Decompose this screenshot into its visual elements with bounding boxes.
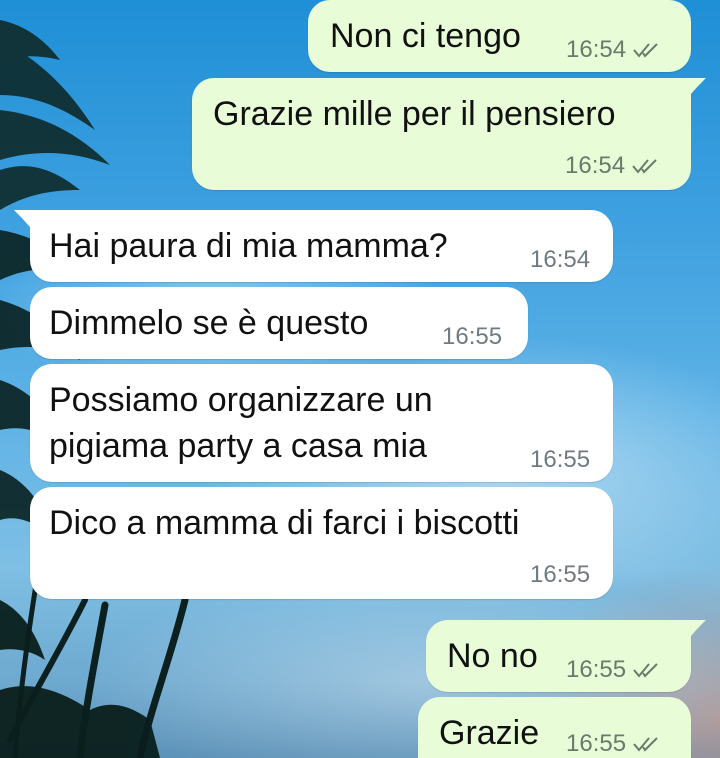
message-meta: 16:55 <box>566 730 662 758</box>
message-time: 16:54 <box>565 152 626 179</box>
message-time: 16:54 <box>566 36 627 63</box>
message-text: Grazie mille per il pensiero <box>213 95 616 133</box>
message-bubble-incoming[interactable]: Possiamo organizzare un pigiama party a … <box>30 364 613 482</box>
message-bubble-outgoing[interactable]: Grazie 16:55 <box>418 697 691 758</box>
message-text: Dico a mamma di farci i biscotti <box>49 504 520 542</box>
message-meta: 16:55 <box>442 323 502 351</box>
message-bubble-incoming[interactable]: Dico a mamma di farci i biscotti 16:55 <box>30 487 613 599</box>
double-check-icon <box>633 737 658 752</box>
message-time: 16:55 <box>566 656 627 683</box>
message-time: 16:55 <box>442 323 503 350</box>
message-time: 16:55 <box>530 446 591 473</box>
message-meta: 16:55 <box>566 656 662 684</box>
message-text: Dimmelo se è questo <box>49 304 369 342</box>
message-meta: 16:54 <box>530 246 590 274</box>
message-bubble-outgoing[interactable]: Grazie mille per il pensiero 16:54 <box>192 78 691 190</box>
bubble-tail <box>686 620 706 642</box>
message-time: 16:55 <box>530 561 591 588</box>
message-meta: 16:54 <box>566 36 662 64</box>
message-text: Hai paura di mia mamma? <box>49 227 448 265</box>
message-text: No no <box>447 637 538 675</box>
message-text: Grazie <box>439 714 540 752</box>
message-meta: 16:54 <box>565 152 661 180</box>
message-text-line-2: pigiama party a casa mia <box>49 427 427 465</box>
message-meta: 16:55 <box>530 561 590 589</box>
bubble-tail <box>686 78 706 100</box>
message-meta: 16:55 <box>530 446 590 474</box>
message-bubble-incoming[interactable]: Dimmelo se è questo 16:55 <box>30 287 528 359</box>
double-check-icon <box>633 663 658 678</box>
message-time: 16:54 <box>530 246 591 273</box>
message-bubble-incoming[interactable]: Hai paura di mia mamma? 16:54 <box>30 210 613 282</box>
message-bubble-outgoing[interactable]: Non ci tengo 16:54 <box>308 0 691 72</box>
message-time: 16:55 <box>566 730 627 757</box>
message-text: Non ci tengo <box>330 17 521 55</box>
message-text-line-1: Possiamo organizzare un <box>49 381 433 419</box>
double-check-icon <box>633 43 658 58</box>
double-check-icon <box>632 159 657 174</box>
message-bubble-outgoing[interactable]: No no 16:55 <box>426 620 691 692</box>
